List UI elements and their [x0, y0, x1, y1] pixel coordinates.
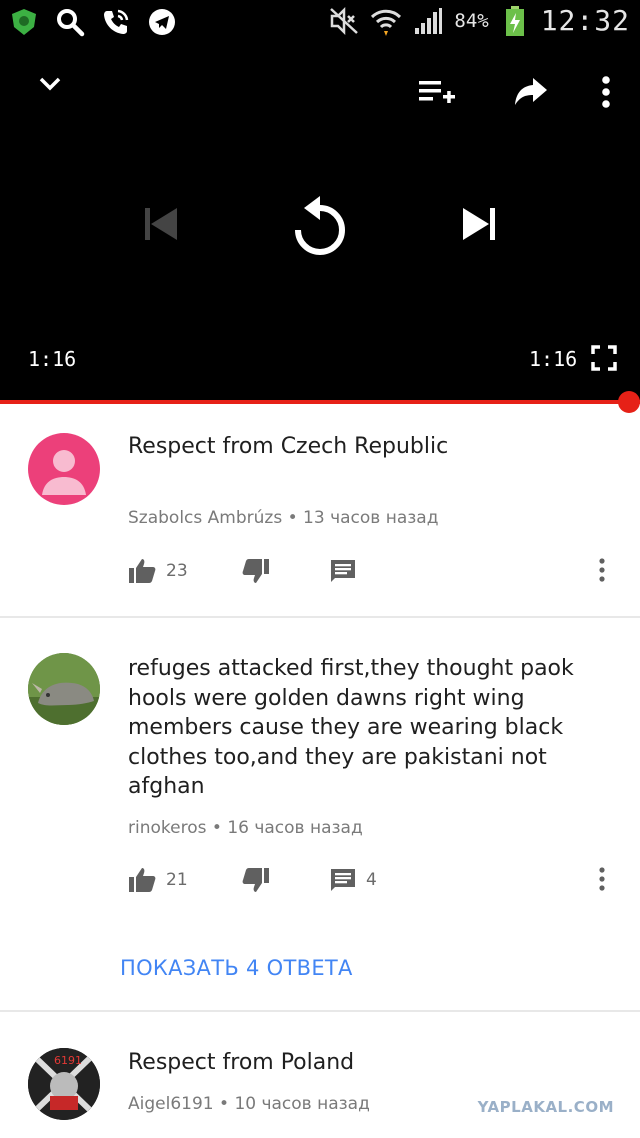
avatar[interactable] [28, 433, 100, 505]
default-user-icon [42, 450, 86, 495]
comment-time: 16 часов назад [227, 818, 363, 838]
wifi-icon [370, 5, 402, 37]
comment-item: Respect from Czech Republic Szabolcs Amb… [0, 404, 640, 616]
avatar[interactable] [28, 653, 100, 725]
more-options-button[interactable] [588, 72, 624, 112]
kebab-menu-icon [602, 76, 610, 108]
chevron-down-icon [39, 77, 61, 91]
comment-text: refuges attacked first,they thought paok… [128, 656, 574, 799]
share-arrow-icon [515, 78, 547, 105]
dislike-button[interactable] [242, 558, 270, 584]
phone-wifi-icon [100, 6, 132, 38]
battery-icon [499, 5, 531, 37]
show-replies-link[interactable]: ПОКАЗАТЬ 4 ОТВЕТА [120, 956, 353, 980]
reply-button[interactable] [330, 558, 356, 584]
like-button[interactable]: 23 [128, 558, 188, 584]
replay-icon [295, 196, 345, 255]
meta-separator: • [219, 1094, 230, 1114]
video-player[interactable]: 1:16 1:16 [0, 44, 640, 400]
comment-more-button[interactable] [598, 558, 606, 582]
skip-next-icon [463, 208, 495, 240]
comment-author[interactable]: rinokeros [128, 818, 206, 838]
comment-meta: rinokeros • 16 часов назад [128, 818, 363, 838]
kebab-menu-icon [599, 867, 605, 891]
reply-button[interactable]: 4 [330, 867, 377, 893]
like-count: 21 [166, 870, 188, 890]
comment-meta: Szabolcs Ambrúzs • 13 часов назад [128, 508, 438, 528]
previous-button[interactable] [136, 196, 186, 252]
rhino-photo-icon [28, 653, 100, 725]
thumbs-down-icon [242, 559, 269, 583]
comment-meta: Aigel6191 • 10 часов назад [128, 1094, 370, 1114]
user-photo-icon: 6191 [28, 1048, 100, 1120]
comment-actions: 21 4 [128, 867, 618, 897]
meta-separator: • [211, 818, 222, 838]
comment-icon [331, 869, 355, 891]
comment-text: Respect from Czech Republic [128, 434, 449, 459]
signal-icon [412, 5, 444, 37]
watermark: YAPLAKAL.COM [477, 1098, 614, 1116]
battery-percentage: 84% [454, 9, 489, 32]
like-count: 23 [166, 561, 188, 581]
comment-icon [331, 560, 355, 582]
fullscreen-button[interactable] [586, 340, 622, 376]
comment-text: Respect from Poland [128, 1050, 355, 1075]
replay-button[interactable] [282, 190, 358, 266]
add-to-playlist-button[interactable] [414, 72, 460, 112]
fullscreen-icon [591, 345, 617, 371]
comment-author[interactable]: Aigel6191 [128, 1094, 214, 1114]
comment-time: 13 часов назад [303, 508, 439, 528]
meta-separator: • [287, 508, 298, 528]
comment-item: 6191 Respect from Poland Aigel6191 • 10 … [0, 1012, 640, 1138]
dislike-button[interactable] [242, 867, 270, 893]
mute-icon [328, 5, 360, 37]
playlist-add-icon [419, 81, 455, 103]
avatar-text: 6191 [54, 1054, 82, 1067]
like-button[interactable]: 21 [128, 867, 188, 893]
kebab-menu-icon [599, 558, 605, 582]
clock: 12:32 [540, 4, 630, 37]
thumbs-down-icon [242, 868, 269, 892]
current-time: 1:16 [28, 347, 77, 371]
avatar[interactable]: 6191 [28, 1048, 100, 1120]
search-icon [54, 6, 86, 38]
reply-count: 4 [366, 870, 377, 890]
comment-author[interactable]: Szabolcs Ambrúzs [128, 508, 282, 528]
comment-more-button[interactable] [598, 867, 606, 891]
next-button[interactable] [454, 196, 504, 252]
skip-previous-icon [145, 208, 177, 240]
thumbs-up-icon [129, 868, 156, 892]
comment-item: refuges attacked first,they thought paok… [0, 618, 640, 1010]
telegram-icon [146, 6, 178, 38]
comment-actions: 23 [128, 558, 618, 588]
shield-icon [8, 6, 40, 38]
status-bar: 84% 12:32 [0, 0, 640, 44]
minimize-button[interactable] [30, 64, 70, 104]
thumbs-up-icon [129, 559, 156, 583]
duration: 1:16 [529, 347, 578, 371]
share-button[interactable] [508, 72, 554, 112]
comment-time: 10 часов назад [234, 1094, 370, 1114]
